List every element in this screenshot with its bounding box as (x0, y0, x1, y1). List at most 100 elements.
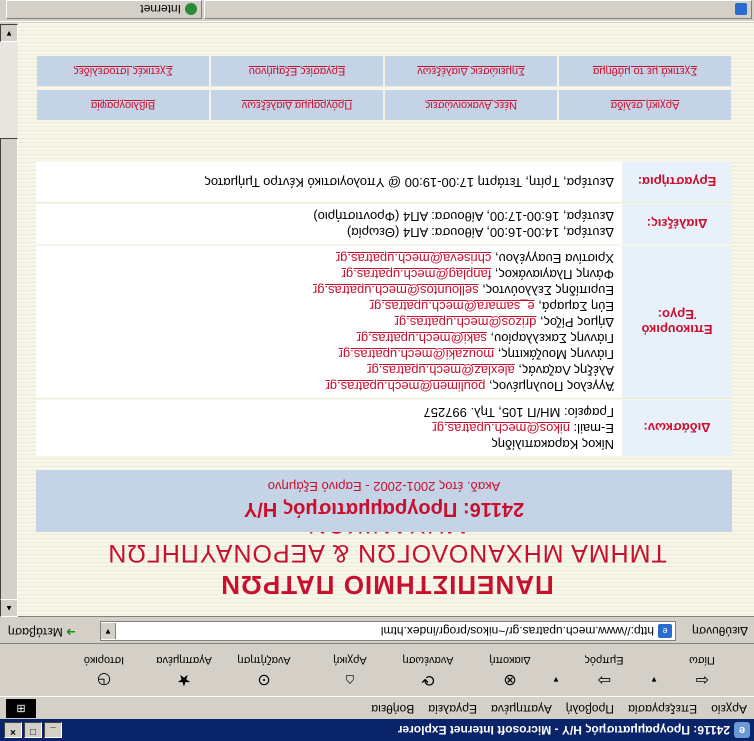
forward-button[interactable]: ⇨ Εμπρός (572, 648, 636, 692)
window-title: 24116: Προγραμματισμός Η/Υ - Microsoft I… (397, 723, 730, 737)
assistant-email-link[interactable]: e_samara@mech.upatras.gr (370, 299, 535, 314)
page-icon: e (658, 624, 672, 638)
course-term: Ακαδ. έτος 2001-2002 - Εαρινό Εξάμηνο (267, 479, 501, 494)
back-button[interactable]: ⇦ Πίσω (670, 648, 734, 692)
assistant-name: Δήμος Ρίζος, (536, 315, 614, 330)
nav-notes-link[interactable]: Σημειώσεις Διαλέξεων (385, 56, 557, 86)
history-label: Ιστορικό (83, 654, 125, 666)
nav-row: Σχετικά με το μάθημα Σημειώσεις Διαλέξεω… (36, 52, 732, 86)
course-header: 24116: Προγραμματισμός Η/Υ Ακαδ. έτος 20… (36, 470, 732, 532)
home-label: Αρχική (333, 654, 367, 666)
list-item: Εύη Σαμαρά, e_samara@mech.upatras.gr (44, 298, 614, 314)
assistant-name: Ευριπίδης Σελλούντος, (478, 283, 614, 298)
windows-logo-icon: ⊞ (6, 699, 36, 718)
favorites-button[interactable]: ★ Αγαπημένα (152, 648, 216, 692)
refresh-button[interactable]: ⟳ Ανανέωση (396, 648, 460, 692)
search-label: Αναζήτηση (237, 654, 291, 666)
nav-bibliography-link[interactable]: Βιβλιογραφία (37, 90, 209, 120)
nav-assignments-link[interactable]: Εργασίες Εξαμήνου (211, 56, 383, 86)
assistant-email-link[interactable]: sellountos@mech.upatras.gr (313, 283, 479, 298)
forward-dropdown[interactable]: ▼ (552, 675, 560, 684)
assistants-row: Επικουρικό Έργο: Άγγελος Πουλημένος, pou… (36, 246, 732, 398)
menu-file[interactable]: Αρχείο (704, 702, 754, 716)
address-url[interactable]: http://www.mech.upatras.gr/~nikos/progr/… (116, 624, 654, 638)
instructor-email-link[interactable]: nikos@mech.upatras.gr (432, 421, 569, 436)
menu-view[interactable]: Προβολή (559, 702, 621, 716)
assistant-email-link[interactable]: chriseva@mech.upatras.gr (336, 251, 492, 266)
nav-schedule-link[interactable]: Πρόγραμμα Διαλέξεων (211, 90, 383, 120)
menu-tools[interactable]: Εργαλεία (421, 702, 484, 716)
status-bar: Internet (0, 0, 754, 22)
list-item: Άγγελος Πουλημένος, poulimen@mech.upatra… (44, 378, 614, 394)
stop-icon: ⊗ (503, 671, 517, 688)
refresh-icon: ⟳ (421, 671, 435, 688)
zone-label: Internet (140, 2, 181, 17)
instructor-name: Νίκος Καρακαπιλίδης (491, 437, 615, 452)
nav-row: Αρχική σελίδα Νέες Ανακοινώσεις Πρόγραμμ… (36, 86, 732, 120)
history-button[interactable]: ◷ Ιστορικό (72, 648, 136, 692)
back-arrow-icon: ⇦ (695, 671, 709, 688)
assistant-email-link[interactable]: saki@mech.upatras.gr (357, 331, 487, 346)
list-item: Γιάννης Μουζάκιτης, mouzaki@mech.upatras… (44, 346, 614, 362)
search-icon: ⊙ (257, 671, 271, 688)
nav-announcements-link[interactable]: Νέες Ανακοινώσεις (385, 90, 557, 120)
address-bar: Διεύθυνση e http://www.mech.upatras.gr/~… (0, 619, 754, 643)
globe-icon (185, 3, 197, 16)
assistant-name: Άγγελος Πουλημένος, (485, 379, 614, 394)
assistant-name: Φάνης Πλαγιανάκος, (491, 267, 614, 282)
course-title: 24116: Προγραμματισμός Η/Υ (243, 498, 525, 520)
address-dropdown[interactable]: ▼ (101, 623, 116, 639)
assistant-name: Εύη Σαμαρά, (534, 299, 614, 314)
minimize-button[interactable]: _ (44, 722, 62, 738)
search-button[interactable]: ⊙ Αναζήτηση (232, 648, 296, 692)
menu-favorites[interactable]: Αγαπημένα (484, 702, 559, 716)
assistant-email-link[interactable]: poulimen@mech.upatras.gr (325, 379, 485, 394)
browser-window: e 24116: Προγραμματισμός Η/Υ - Microsoft… (0, 0, 754, 741)
history-icon: ◷ (97, 671, 111, 688)
list-item: Ευριπίδης Σελλούντος, sellountos@mech.up… (44, 282, 614, 298)
nav-home-link[interactable]: Αρχική σελίδα (559, 90, 731, 120)
go-label: Μετάβαση (8, 625, 63, 639)
stop-label: Διακοπή (489, 654, 531, 666)
lectures-value: Δευτέρα, 14:00-16:00, Αίθουσα: ΑΠ4 (Θεωρ… (36, 204, 622, 244)
scroll-thumb[interactable] (0, 138, 18, 600)
close-button[interactable]: × (4, 722, 22, 738)
assistant-email-link[interactable]: fanplag@mech.upatras.gr (342, 267, 492, 282)
list-item: Δήμος Ρίζος, drizos@mech.upatras.gr (44, 314, 614, 330)
vertical-scrollbar[interactable]: ▲ ▼ (0, 24, 18, 617)
menu-edit[interactable]: Επεξεργασία (621, 702, 704, 716)
email-prefix: E-mail: (569, 421, 614, 436)
labs-label: Εργαστήρια: (622, 162, 732, 202)
back-dropdown[interactable]: ▼ (650, 675, 658, 684)
instructor-row: Διδάσκων: Νίκος Καρακαπιλίδης E-mail: ni… (36, 400, 732, 456)
university-title: ΠΑΝΕΠΙΣΤΗΜΙΟ ΠΑΤΡΩΝ (220, 570, 554, 600)
maximize-button[interactable]: □ (24, 722, 42, 738)
scroll-up-icon[interactable]: ▲ (0, 599, 18, 617)
menu-help[interactable]: Βοήθεια (364, 702, 421, 716)
assistant-email-link[interactable]: drizos@mech.upatras.gr (395, 315, 537, 330)
back-label: Πίσω (689, 654, 715, 666)
forward-label: Εμπρός (584, 654, 624, 666)
nav-about-link[interactable]: Σχετικά με το μάθημα (559, 56, 731, 86)
scroll-down-icon[interactable]: ▼ (0, 24, 18, 42)
title-bar: e 24116: Προγραμματισμός Η/Υ - Microsoft… (0, 719, 754, 741)
go-arrow-icon: ➜ (65, 625, 76, 639)
instructor-label: Διδάσκων: (622, 400, 732, 456)
lecture-item: Δευτέρα, 16:00-17:00, Αίθουσα: ΑΠ4 (Φρον… (313, 209, 614, 224)
list-item: Γιάννης Σακελλαρίου, saki@mech.upatras.g… (44, 330, 614, 346)
refresh-label: Ανανέωση (402, 654, 454, 666)
stop-button[interactable]: ⊗ Διακοπή (478, 648, 542, 692)
home-button[interactable]: ⌂ Αρχική (318, 648, 382, 692)
lectures-row: Διαλέξεις: Δευτέρα, 14:00-16:00, Αίθουσα… (36, 204, 732, 244)
menu-bar: Αρχείο Επεξεργασία Προβολή Αγαπημένα Εργ… (0, 699, 754, 719)
course-nav: Αρχική σελίδα Νέες Ανακοινώσεις Πρόγραμμ… (36, 52, 732, 120)
nav-links-link[interactable]: Σχετικές Ιστοσελίδες (37, 56, 209, 86)
go-button[interactable]: ➜ Μετάβαση (8, 625, 76, 639)
assistant-email-link[interactable]: alexlaz@mech.upatras.gr (367, 363, 515, 378)
home-icon: ⌂ (345, 671, 355, 688)
page-done-icon (735, 3, 747, 15)
assistant-name: Γιάννης Μουζάκιτης, (494, 347, 614, 362)
address-input[interactable]: e http://www.mech.upatras.gr/~nikos/prog… (100, 621, 676, 641)
assistant-name: Αλέξης Λαζανάς, (514, 363, 614, 378)
assistant-email-link[interactable]: mouzaki@mech.upatras.gr (339, 347, 495, 362)
